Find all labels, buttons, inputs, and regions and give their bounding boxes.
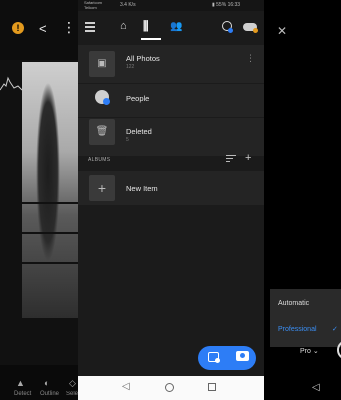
histogram-icon <box>0 76 22 91</box>
tree-silhouette <box>36 82 60 262</box>
trash-icon: 🗑 <box>95 126 109 137</box>
mode-option-professional[interactable]: Professional <box>278 326 317 333</box>
active-tab-indicator <box>141 38 161 40</box>
more-vertical-icon[interactable]: ⋮ <box>62 19 76 36</box>
sync-status-badge <box>253 28 258 33</box>
camera-lens <box>240 353 245 358</box>
more-options-icon[interactable]: ⋮ <box>246 54 255 63</box>
home-icon[interactable]: ⌂ <box>120 20 127 32</box>
warning-icon[interactable]: ! <box>12 22 24 34</box>
outline-tool-icon[interactable]: ◐ <box>44 378 49 388</box>
library-icon[interactable]: ⫼ <box>143 19 149 34</box>
battery-icon: ▮ <box>212 2 215 8</box>
tool-label-selection: Selecti <box>66 391 78 397</box>
nav-home-icon[interactable] <box>165 383 174 392</box>
people-add-badge <box>103 98 110 105</box>
nav-recents-icon[interactable] <box>208 383 216 391</box>
add-photos-badge <box>215 358 220 363</box>
editor-photo[interactable] <box>22 62 78 318</box>
tool-label-detect: Detect <box>14 391 32 397</box>
selected-check-icon: ✓ <box>332 326 338 333</box>
railing-line <box>22 232 78 234</box>
nav-back-icon[interactable]: ◁ <box>312 382 320 393</box>
carrier-info: Safaricom Telkom <box>84 0 114 10</box>
tool-label-outline: Outline <box>40 391 60 397</box>
people-title: People <box>126 94 150 103</box>
menu-icon[interactable] <box>85 22 95 34</box>
new-item-title: New Item <box>126 184 158 193</box>
deleted-thumbnail: 🗑 <box>89 119 115 145</box>
railing-line <box>22 262 78 264</box>
sort-icon[interactable] <box>226 155 236 164</box>
railing-line <box>22 202 78 204</box>
mode-option-automatic[interactable]: Automatic <box>278 300 309 307</box>
albums-section-label: ALBUMS <box>88 157 111 163</box>
network-speed: 3.4 K/s <box>120 2 136 8</box>
carrier-name-2: Telkom <box>84 4 97 10</box>
clock-time: 16:33 <box>227 2 241 8</box>
battery-percent: 55% <box>216 2 227 8</box>
all-photos-count: 122 <box>126 64 135 70</box>
battery-time: ▮ 55% 16:33 <box>212 2 240 8</box>
image-icon: ▣ <box>97 58 107 69</box>
all-photos-title: All Photos <box>126 54 160 63</box>
all-photos-thumbnail: ▣ <box>89 51 115 77</box>
deleted-count: 5 <box>126 137 129 143</box>
search-badge-icon <box>228 28 233 33</box>
people-icon[interactable]: 👥 <box>170 21 182 32</box>
close-icon[interactable]: ✕ <box>277 24 287 38</box>
pro-mode-selector[interactable]: Pro ⌄ <box>300 347 319 355</box>
share-icon[interactable]: < <box>39 21 47 36</box>
selection-tool-icon[interactable]: ◇ <box>69 378 76 389</box>
plus-icon: + <box>97 180 107 196</box>
detect-tool-icon[interactable]: ▲ <box>16 378 25 388</box>
camera-mode-menu <box>270 289 341 347</box>
new-item-thumbnail: + <box>89 175 115 201</box>
deleted-title: Deleted <box>126 127 152 136</box>
add-album-icon[interactable]: + <box>245 152 251 164</box>
nav-back-icon[interactable]: ◁ <box>122 381 130 392</box>
